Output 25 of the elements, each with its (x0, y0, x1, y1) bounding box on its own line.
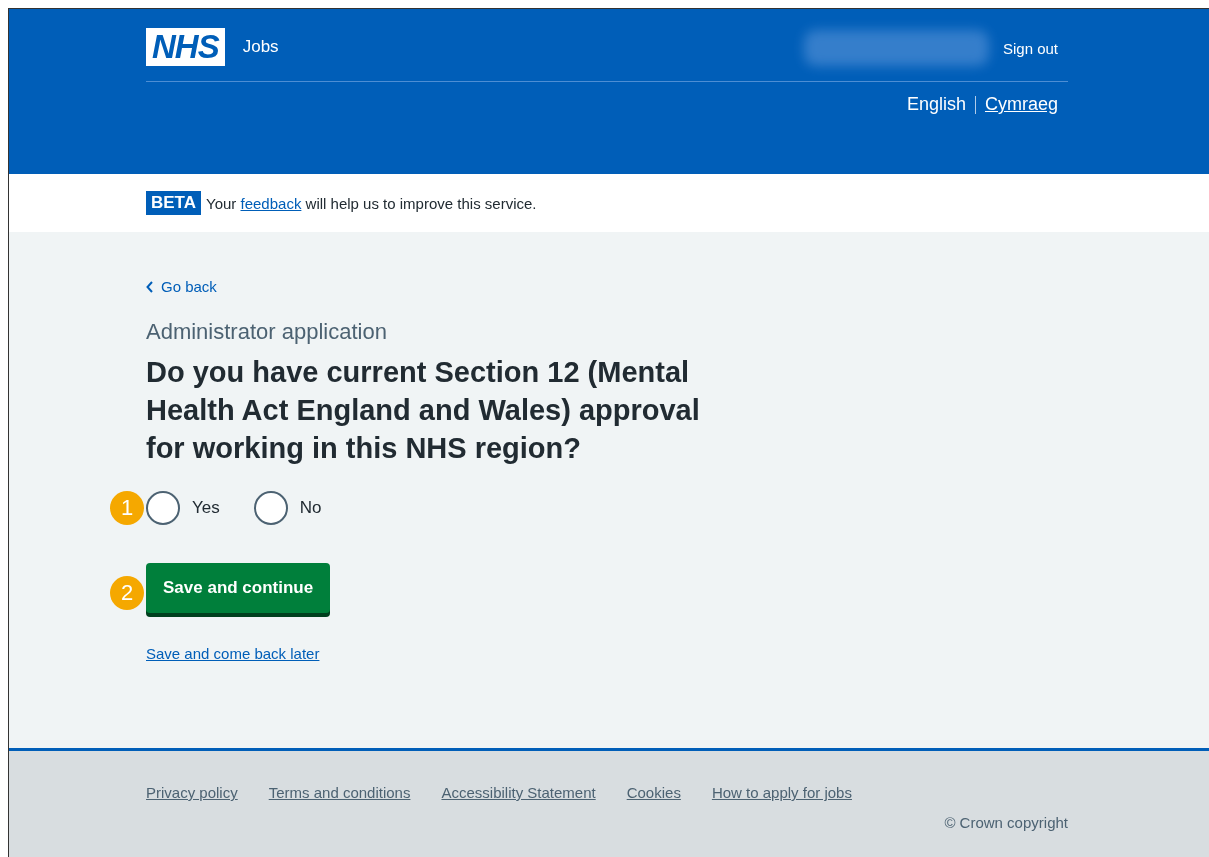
back-link[interactable]: Go back (146, 278, 217, 295)
radio-label[interactable]: Yes (192, 497, 220, 518)
save-later-link[interactable]: Save and come back later (146, 644, 320, 662)
feedback-link[interactable]: feedback (240, 194, 302, 212)
chevron-left-icon (146, 280, 154, 293)
radio-button[interactable] (253, 490, 288, 525)
footer-link[interactable]: Terms and conditions (268, 784, 411, 801)
copyright-text: © Crown copyright (943, 814, 1068, 831)
footer-link[interactable]: How to apply for jobs (711, 784, 852, 801)
sign-out-link[interactable]: Sign out (1002, 39, 1058, 57)
footer-link[interactable]: Accessibility Statement (441, 784, 596, 801)
question-heading: Do you have current Section 12 (Mental Health Act England and Wales) approval for working in this NHS region? (146, 354, 701, 466)
feedback-sentence: Your feedback will help us to improve this service. (206, 194, 537, 212)
nhs-logo[interactable]: NHS (146, 28, 225, 66)
service-name: Jobs (242, 37, 279, 57)
radio-label[interactable]: No (299, 497, 322, 518)
callout-badge: 1 (110, 490, 144, 525)
language-link[interactable]: English (906, 94, 966, 115)
footer-link[interactable]: Cookies (626, 784, 681, 801)
radio-button[interactable] (146, 490, 180, 525)
language-link[interactable]: Cymraeg (984, 94, 1058, 115)
beta-tag: BETA (146, 191, 201, 215)
footer-link[interactable]: Privacy policy (146, 784, 238, 801)
callout-badge: 2 (110, 575, 144, 610)
page-caption: Administrator application (146, 318, 388, 345)
